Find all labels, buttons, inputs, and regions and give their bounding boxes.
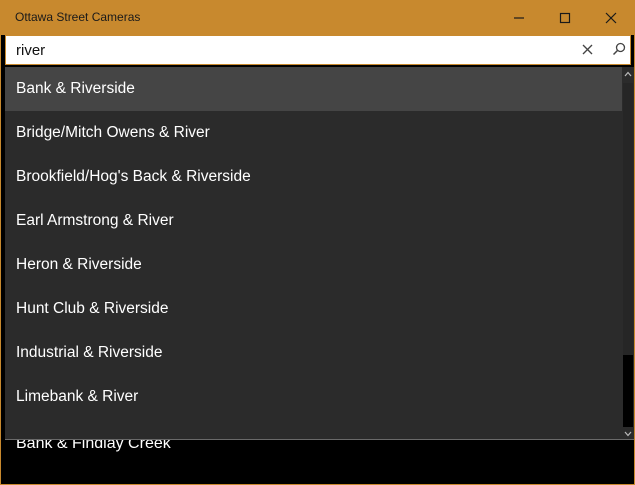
suggestion-item[interactable]: Earl Armstrong & River xyxy=(5,199,622,243)
suggestion-item[interactable]: Brookfield/Hog's Back & Riverside xyxy=(5,155,622,199)
scroll-thumb[interactable] xyxy=(623,83,633,355)
maximize-button[interactable] xyxy=(542,1,588,34)
app-window: Ottawa Street Cameras river Bank & Findl… xyxy=(0,0,635,485)
scroll-down-button[interactable] xyxy=(622,427,634,439)
suggestion-item[interactable]: Limebank & River xyxy=(5,375,622,419)
clear-search-button[interactable] xyxy=(578,42,596,60)
suggestion-item[interactable]: Heron & Riverside xyxy=(5,243,622,287)
suggestion-item[interactable]: Bridge/Mitch Owens & River xyxy=(5,111,622,155)
vertical-scrollbar[interactable] xyxy=(622,67,634,439)
suggestion-item[interactable]: Hunt Club & Riverside xyxy=(5,287,622,331)
scroll-track[interactable] xyxy=(622,79,634,427)
search-input[interactable]: river xyxy=(16,42,45,59)
suggestion-item[interactable]: Bank & Riverside xyxy=(5,67,622,111)
search-submit-button[interactable] xyxy=(610,42,628,60)
close-icon xyxy=(582,42,593,60)
suggestion-item[interactable]: Industrial & Riverside xyxy=(5,331,622,375)
search-icon xyxy=(612,42,626,61)
suggestion-dropdown: Bank & Riverside Bridge/Mitch Owens & Ri… xyxy=(5,67,634,440)
title-bar[interactable]: Ottawa Street Cameras xyxy=(1,1,634,35)
close-icon xyxy=(605,12,617,24)
chevron-down-icon xyxy=(624,424,632,439)
search-box[interactable]: river xyxy=(5,35,631,65)
minimize-button[interactable] xyxy=(496,1,542,34)
suggestion-list: Bank & Riverside Bridge/Mitch Owens & Ri… xyxy=(5,67,622,419)
close-button[interactable] xyxy=(588,1,634,34)
scroll-track-empty xyxy=(623,355,633,427)
scroll-up-button[interactable] xyxy=(622,67,634,79)
window-title: Ottawa Street Cameras xyxy=(15,10,141,24)
minimize-icon xyxy=(513,12,525,24)
maximize-icon xyxy=(559,12,571,24)
